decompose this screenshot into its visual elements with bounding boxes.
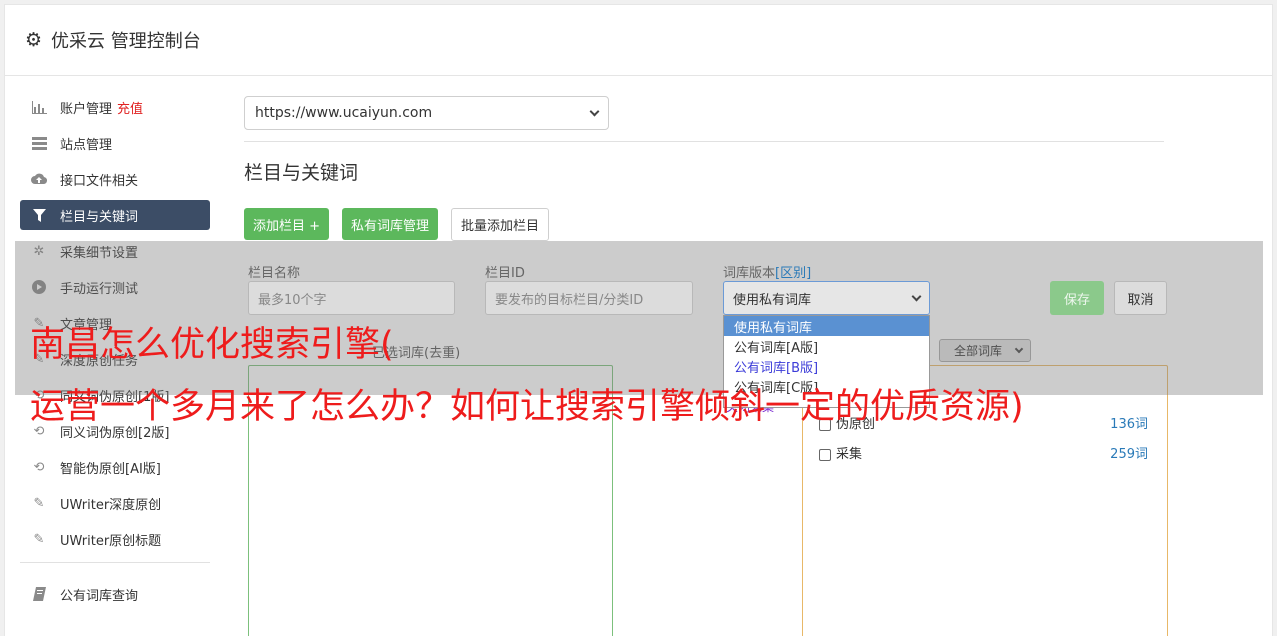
chevron-down-icon [589,106,600,116]
lib-version-value: 使用私有词库 [733,292,812,308]
server-icon [31,136,47,150]
sidebar-item-label: UWriter深度原创 [60,497,162,513]
page-header: ⚙ 优采云 管理控制台 [5,5,1272,76]
dropdown-option[interactable]: 公有词库[A版] [724,336,929,356]
gear-icon: ⚙ [25,28,43,51]
modal-overlay [15,241,1263,395]
lib-version-diff-link[interactable]: [区别] [775,266,811,281]
filter-icon [31,208,47,222]
sidebar-item-uwriter-title[interactable]: ✎ UWriter原创标题 [20,524,210,554]
col-id-input[interactable]: 要发布的目标栏目/分类ID [485,281,693,315]
divider [244,141,1164,142]
col-name-input[interactable]: 最多10个字 [248,281,455,315]
book-icon [31,587,47,601]
sidebar-item-columns[interactable]: 栏目与关键词 [20,200,210,230]
dropdown-option[interactable]: 使用私有词库 [724,316,929,336]
batch-add-button[interactable]: 批量添加栏目 [451,208,550,241]
overlay-title-line1: 南昌怎么优化搜索引擎( [30,325,394,365]
edit-icon: ✎ [33,495,45,511]
sidebar-item-site[interactable]: 站点管理 [20,128,210,158]
dropdown-option[interactable]: 公有词库[B版] [724,356,929,376]
lib-count: 136词 [1110,417,1148,432]
sidebar-item-account[interactable]: 账户管理 充值 [20,92,210,122]
recharge-link[interactable]: 充值 [117,98,143,117]
site-select-value: https://www.ucaiyun.com [255,105,433,121]
chevron-down-icon [911,291,922,301]
cancel-button[interactable]: 取消 [1114,281,1167,315]
sidebar-item-uwriter-deep[interactable]: ✎ UWriter深度原创 [20,488,210,518]
sidebar-divider [20,562,210,563]
sidebar-item-label: 智能伪原创[AI版] [60,461,161,477]
sidebar-item-label: UWriter原创标题 [60,533,162,549]
site-select[interactable]: https://www.ucaiyun.com [244,96,609,130]
add-column-button[interactable]: 添加栏目 + [244,208,330,240]
lib-count: 259词 [1110,447,1148,462]
sidebar-item-label: 接口文件相关 [60,173,139,189]
sidebar-item-interface[interactable]: 接口文件相关 [20,164,210,194]
private-lib-button[interactable]: 私有词库管理 [342,208,439,240]
section-title: 栏目与关键词 [244,162,359,184]
sidebar-item-label: 账户管理 [60,101,113,117]
save-button[interactable]: 保存 [1050,281,1104,315]
action-buttons: 添加栏目 + 私有词库管理 批量添加栏目 [244,208,1164,241]
col-id-label: 栏目ID [485,266,525,281]
list-item[interactable]: 采集 259词 [819,443,1148,462]
sidebar-item-label: 站点管理 [60,137,113,153]
col-name-label: 栏目名称 [248,266,301,281]
lib-version-select[interactable]: 使用私有词库 [723,281,930,315]
lib-label: 采集 [836,447,863,462]
lib-version-label-text: 词库版本 [723,266,776,281]
checkbox[interactable] [819,448,831,461]
lib-version-label: 词库版本[区别] [723,262,811,281]
bar-chart-icon [31,100,47,114]
refresh-icon: ⟲ [33,459,45,475]
overlay-title-line2: 运营一个多月来了怎么办？如何让搜索引擎倾斜一定的优质资源) [30,387,1024,427]
sidebar-item-public-lib[interactable]: 公有词库查询 [20,579,210,609]
main-content: https://www.ucaiyun.com 栏目与关键词 添加栏目 + 私有… [244,96,1164,241]
page-title: 优采云 管理控制台 [51,31,201,52]
sidebar-item-label: 栏目与关键词 [60,209,139,225]
sidebar-item-label: 公有词库查询 [60,588,139,604]
sidebar-item-ai-pseudo[interactable]: ⟲ 智能伪原创[AI版] [20,452,210,482]
edit-icon: ✎ [33,531,45,547]
cloud-upload-icon [31,172,47,186]
